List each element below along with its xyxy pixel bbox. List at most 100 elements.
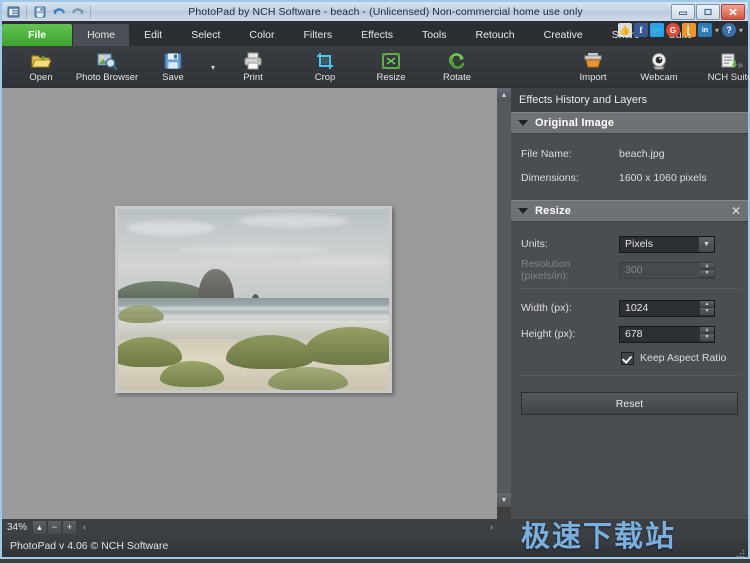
tab-creative[interactable]: Creative xyxy=(530,24,597,46)
resize-button[interactable]: Resize xyxy=(358,46,424,88)
height-input[interactable]: 678 ▲ ▼ xyxy=(619,326,715,343)
toolbar-overflow-icon[interactable]: » xyxy=(737,60,743,71)
height-stepper[interactable]: ▲ ▼ xyxy=(700,327,714,342)
toolbar-group-file: Open Photo Browser Save ▾ Print xyxy=(8,46,286,88)
tab-select[interactable]: Select xyxy=(177,24,234,46)
undo-icon[interactable] xyxy=(50,4,67,19)
linkedin-icon[interactable]: in xyxy=(698,23,712,37)
toolbar-group-import: Import Webcam NCH Suite xyxy=(560,46,750,88)
photo-cloud-2 xyxy=(238,215,348,227)
quick-access-toolbar xyxy=(2,4,93,19)
status-text: PhotoPad v 4.06 © NCH Software xyxy=(2,540,168,552)
help-dropdown-icon[interactable]: ▾ xyxy=(738,26,744,35)
import-label: Import xyxy=(580,72,607,83)
resolution-row: Resolution (pixels/in): 300 ▲ ▼ xyxy=(521,257,738,283)
reset-button[interactable]: Reset xyxy=(521,392,738,415)
social-dropdown-icon[interactable]: ▾ xyxy=(714,26,720,35)
resolution-input: 300 ▲ ▼ xyxy=(619,262,715,279)
resize-divider-2 xyxy=(521,375,738,376)
rotate-button[interactable]: Rotate xyxy=(424,46,490,88)
save-icon[interactable] xyxy=(31,4,48,19)
keep-aspect-ratio-checkbox[interactable] xyxy=(621,352,634,365)
close-button[interactable] xyxy=(721,4,745,20)
width-input[interactable]: 1024 ▲ ▼ xyxy=(619,300,715,317)
save-dropdown-icon[interactable]: ▾ xyxy=(206,46,220,88)
width-step-down-icon[interactable]: ▼ xyxy=(700,308,714,316)
scroll-down-button[interactable]: ▼ xyxy=(497,493,511,507)
photopad-window: PhotoPad by NCH Software - beach - (Unli… xyxy=(0,0,750,559)
file-name-row: File Name: beach.jpg xyxy=(521,142,738,166)
resize-collapse-triangle-icon[interactable] xyxy=(518,208,528,214)
thumbs-up-icon[interactable]: 👍 xyxy=(618,23,632,37)
zoom-fit-button[interactable]: ▴ xyxy=(33,521,46,534)
scroll-right-button[interactable]: › xyxy=(485,521,498,534)
units-dropdown-icon[interactable]: ▼ xyxy=(699,237,714,252)
webcam-button[interactable]: Webcam xyxy=(626,46,692,88)
resolution-step-up-icon: ▲ xyxy=(700,263,714,271)
height-label: Height (px): xyxy=(521,328,619,340)
tab-effects[interactable]: Effects xyxy=(347,24,407,46)
photo-cloud-4 xyxy=(298,257,389,266)
zoom-in-button[interactable]: + xyxy=(63,521,76,534)
units-label: Units: xyxy=(521,238,619,250)
print-label: Print xyxy=(243,72,263,83)
canvas-horizontal-scrollbar[interactable] xyxy=(2,507,497,519)
resize-grip-icon[interactable] xyxy=(735,545,745,555)
photo-browser-icon xyxy=(97,51,117,71)
height-step-down-icon[interactable]: ▼ xyxy=(700,334,714,342)
units-row: Units: Pixels ▼ xyxy=(521,231,738,257)
twitter-icon[interactable]: 🐦 xyxy=(650,23,664,37)
help-icon[interactable]: ? xyxy=(722,23,736,37)
resize-close-icon[interactable]: ✕ xyxy=(731,205,741,217)
open-label: Open xyxy=(29,72,52,83)
panel-title: Effects History and Layers xyxy=(511,88,748,112)
tab-home[interactable]: Home xyxy=(73,24,129,46)
tab-edit[interactable]: Edit xyxy=(130,24,176,46)
open-button[interactable]: Open xyxy=(8,46,74,88)
photo-browser-label: Photo Browser xyxy=(76,72,138,83)
original-image-section-header[interactable]: Original Image xyxy=(511,112,748,134)
save-button[interactable]: Save xyxy=(140,46,206,88)
stats-icon[interactable]: ⎣ xyxy=(682,23,696,37)
effects-panel: Effects History and Layers Original Imag… xyxy=(511,88,748,519)
maximize-button[interactable] xyxy=(696,4,720,20)
window-title: PhotoPad by NCH Software - beach - (Unli… xyxy=(93,6,748,18)
open-folder-icon xyxy=(31,51,51,71)
zoom-out-button[interactable]: − xyxy=(48,521,61,534)
tab-color[interactable]: Color xyxy=(235,24,288,46)
original-image-title: Original Image xyxy=(535,117,614,129)
tab-file[interactable]: File xyxy=(2,24,72,46)
import-button[interactable]: Import xyxy=(560,46,626,88)
crop-button[interactable]: Crop xyxy=(292,46,358,88)
zoom-level-label: 34% xyxy=(2,522,33,533)
app-menu-icon[interactable] xyxy=(5,4,22,19)
resize-section-header[interactable]: Resize ✕ xyxy=(511,200,748,222)
tab-retouch[interactable]: Retouch xyxy=(462,24,529,46)
facebook-icon[interactable]: f xyxy=(634,23,648,37)
scroll-up-button[interactable]: ▲ xyxy=(497,88,511,102)
resize-divider xyxy=(521,288,738,289)
collapse-triangle-icon[interactable] xyxy=(518,120,528,126)
width-row: Width (px): 1024 ▲ ▼ xyxy=(521,295,738,321)
scroll-left-button[interactable]: ‹ xyxy=(78,521,91,534)
photo-frame[interactable] xyxy=(115,206,392,393)
social-icon-bar: 👍 f 🐦 G ⎣ in ▾ ? ▾ xyxy=(618,23,744,37)
canvas-area[interactable] xyxy=(2,88,497,507)
width-stepper[interactable]: ▲ ▼ xyxy=(700,301,714,316)
tab-filters[interactable]: Filters xyxy=(289,24,346,46)
photo-browser-button[interactable]: Photo Browser xyxy=(74,46,140,88)
google-plus-icon[interactable]: G xyxy=(666,23,680,37)
redo-icon[interactable] xyxy=(69,4,86,19)
width-step-up-icon[interactable]: ▲ xyxy=(700,301,714,309)
minimize-button[interactable] xyxy=(671,4,695,20)
height-step-up-icon[interactable]: ▲ xyxy=(700,327,714,335)
keep-aspect-ratio-row[interactable]: Keep Aspect Ratio xyxy=(521,347,738,369)
print-button[interactable]: Print xyxy=(220,46,286,88)
units-select[interactable]: Pixels ▼ xyxy=(619,236,715,253)
canvas-vertical-scrollbar[interactable]: ▲ ▼ xyxy=(497,88,511,507)
photo-grass-6 xyxy=(118,305,164,323)
tab-tools[interactable]: Tools xyxy=(408,24,461,46)
resize-label: Resize xyxy=(376,72,405,83)
qat-divider-2 xyxy=(90,6,91,18)
photo-cloud-1 xyxy=(126,221,216,235)
